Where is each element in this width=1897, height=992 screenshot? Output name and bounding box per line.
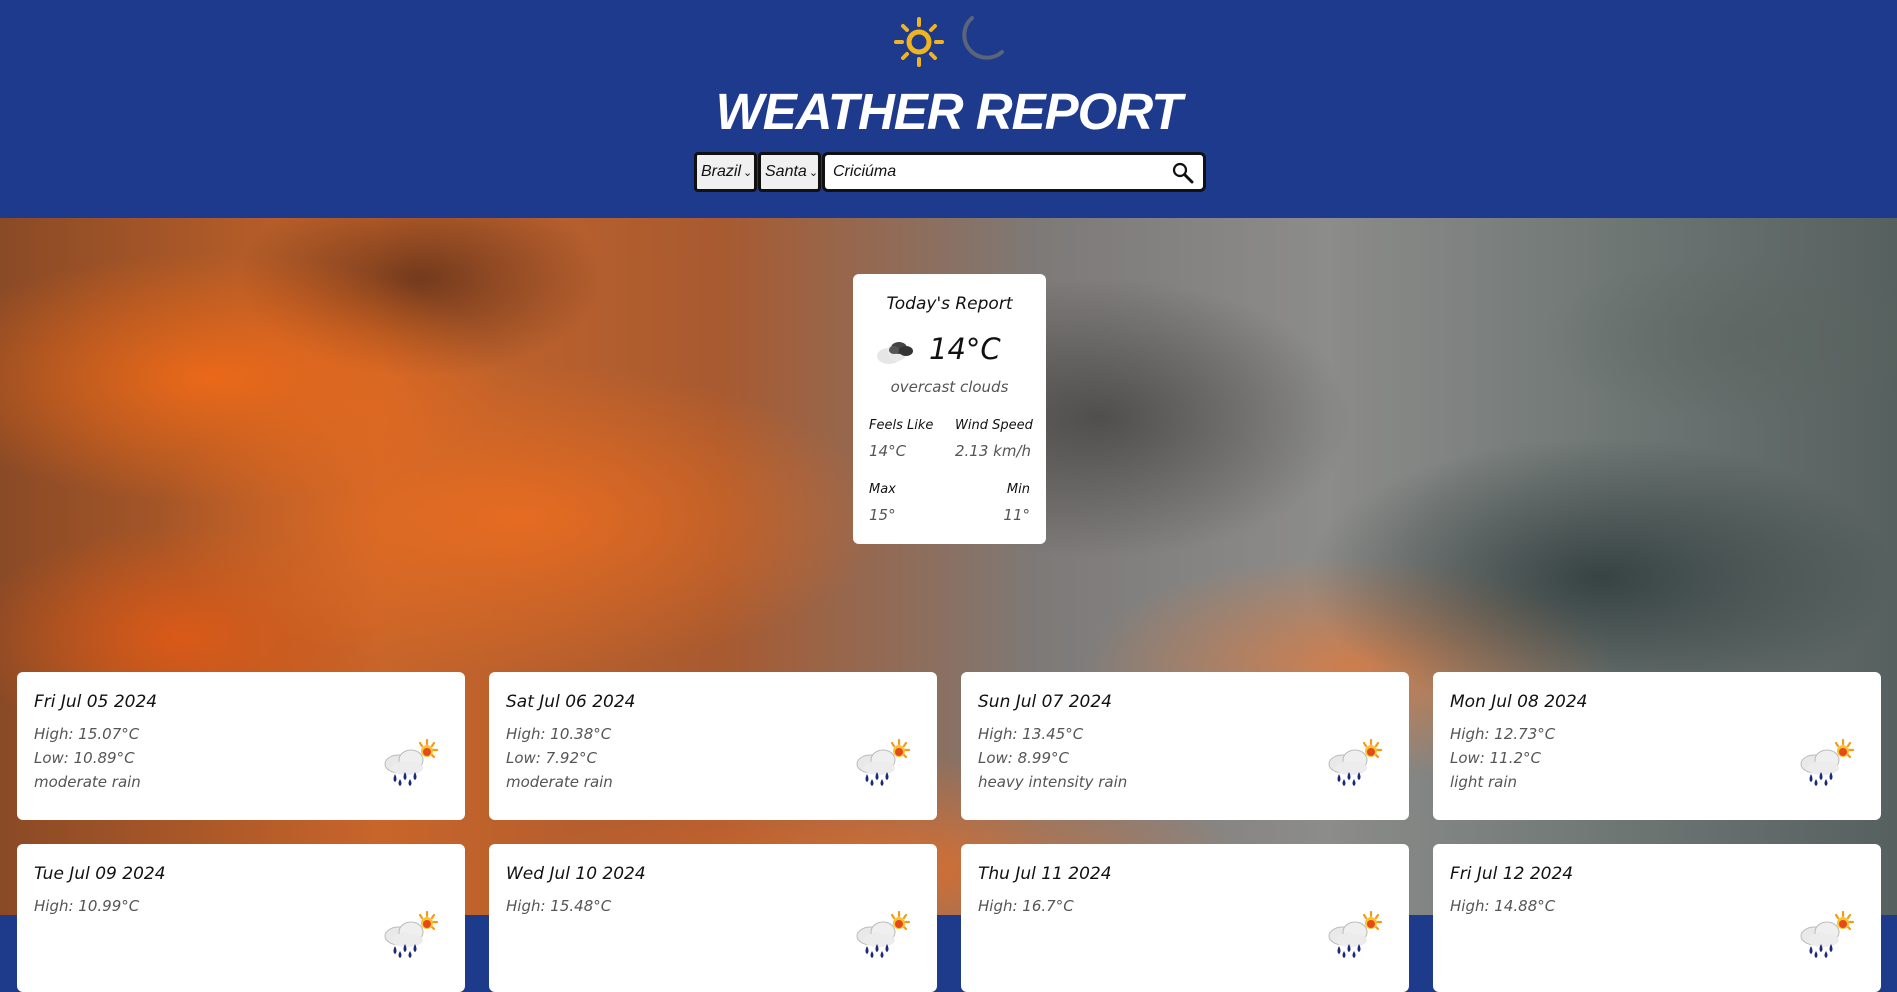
today-description: overcast clouds — [890, 378, 1009, 396]
forecast-date: Wed Jul 10 2024 — [506, 864, 646, 884]
forecast-card: Thu Jul 11 2024 High: 16.7°C — [961, 844, 1409, 992]
forecast-card: Sun Jul 07 2024 High: 13.45°C Low: 8.99°… — [961, 672, 1409, 820]
search-bar: Brazil ⌄ Santa ⌄ — [694, 152, 1206, 192]
search-icon[interactable] — [1172, 162, 1194, 184]
chevron-down-icon: ⌄ — [808, 166, 819, 179]
forecast-high: High: 15.07°C — [34, 725, 140, 743]
app-header: WEATHER REPORT Brazil ⌄ Santa ⌄ — [0, 0, 1897, 218]
wind-speed-label: Wind Speed — [955, 418, 1033, 433]
feels-like-value: 14°C — [869, 442, 907, 460]
wind-speed-value: 2.13 km/h — [955, 442, 1032, 460]
rain-sun-icon — [383, 910, 439, 960]
forecast-card: Fri Jul 12 2024 High: 14.88°C — [1433, 844, 1881, 992]
forecast-description: heavy intensity rain — [978, 773, 1128, 791]
max-temp-label: Max — [869, 482, 896, 497]
forecast-high: High: 14.88°C — [1450, 897, 1556, 915]
forecast-low: Low: 10.89°C — [34, 749, 135, 767]
forecast-low: Low: 7.92°C — [506, 749, 597, 767]
forecast-high: High: 10.38°C — [506, 725, 612, 743]
city-search-input[interactable] — [822, 152, 1206, 192]
forecast-low: Low: 11.2°C — [1450, 749, 1541, 767]
forecast-card: Fri Jul 05 2024 High: 15.07°C Low: 10.89… — [17, 672, 465, 820]
forecast-low: Low: 8.99°C — [978, 749, 1069, 767]
feels-like-label: Feels Like — [869, 418, 934, 433]
forecast-card: Sat Jul 06 2024 High: 10.38°C Low: 7.92°… — [489, 672, 937, 820]
state-select-value: Santa — [765, 163, 807, 180]
forecast-card: Wed Jul 10 2024 High: 15.48°C — [489, 844, 937, 992]
forecast-date: Mon Jul 08 2024 — [1450, 692, 1588, 712]
forecast-date: Fri Jul 12 2024 — [1450, 864, 1574, 884]
country-select-value: Brazil — [701, 163, 742, 180]
rain-sun-icon — [383, 738, 439, 788]
rain-sun-icon — [855, 738, 911, 788]
country-select[interactable]: Brazil ⌄ — [694, 152, 757, 192]
rain-sun-icon — [1327, 910, 1383, 960]
theme-toggle[interactable] — [893, 14, 1007, 70]
forecast-date: Sun Jul 07 2024 — [978, 692, 1112, 712]
forecast-high: High: 15.48°C — [506, 897, 612, 915]
state-select[interactable]: Santa ⌄ — [758, 152, 821, 192]
forecast-high: High: 13.45°C — [978, 725, 1084, 743]
today-report-title: Today's Report — [886, 294, 1013, 314]
forecast-date: Tue Jul 09 2024 — [34, 864, 166, 884]
today-report-card: Today's Report 14°C overcast clouds Feel… — [853, 274, 1046, 544]
moon-icon[interactable] — [950, 14, 1006, 68]
rain-sun-icon — [855, 910, 911, 960]
page-title: WEATHER REPORT — [715, 83, 1183, 140]
today-temperature: 14°C — [929, 332, 1001, 366]
forecast-date: Sat Jul 06 2024 — [506, 692, 636, 712]
forecast-card: Mon Jul 08 2024 High: 12.73°C Low: 11.2°… — [1433, 672, 1881, 820]
max-temp-value: 15° — [869, 506, 896, 524]
forecast-description: moderate rain — [34, 773, 141, 791]
forecast-high: High: 16.7°C — [978, 897, 1074, 915]
forecast-high: High: 10.99°C — [34, 897, 140, 915]
min-temp-value: 11° — [1003, 506, 1030, 524]
forecast-card: Tue Jul 09 2024 High: 10.99°C — [17, 844, 465, 992]
forecast-description: light rain — [1450, 773, 1518, 791]
forecast-description: moderate rain — [506, 773, 613, 791]
cloud-icon — [877, 342, 913, 364]
chevron-down-icon: ⌄ — [743, 166, 753, 179]
forecast-date: Fri Jul 05 2024 — [34, 692, 158, 712]
sun-icon[interactable] — [893, 16, 945, 68]
rain-sun-icon — [1799, 910, 1855, 960]
forecast-date: Thu Jul 11 2024 — [978, 864, 1112, 884]
min-temp-label: Min — [1006, 482, 1030, 497]
forecast-high: High: 12.73°C — [1450, 725, 1556, 743]
rain-sun-icon — [1799, 738, 1855, 788]
rain-sun-icon — [1327, 738, 1383, 788]
